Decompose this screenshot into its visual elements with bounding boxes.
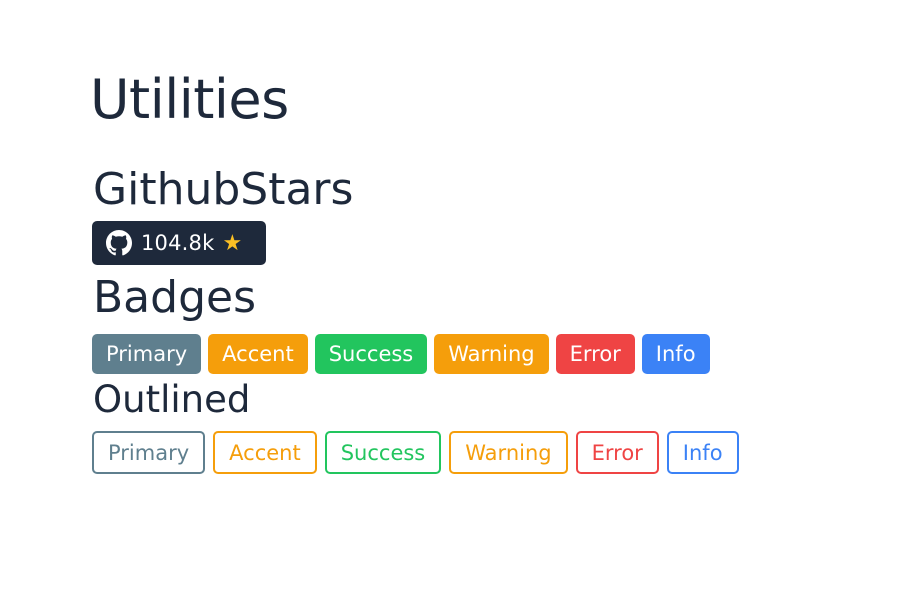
page-title: Utilities <box>90 68 289 131</box>
outlined-badge-info: Info <box>666 431 739 474</box>
badge-info: Info <box>641 334 710 374</box>
github-stars-button[interactable]: 104.8k ★ <box>92 221 266 265</box>
badge-accent: Accent <box>208 334 308 374</box>
outlined-badge-success: Success <box>324 431 442 474</box>
badge-success: Success <box>314 334 428 374</box>
outlined-badges-row: Primary Accent Success Warning Error Inf… <box>92 431 739 474</box>
solid-badges-row: Primary Accent Success Warning Error Inf… <box>92 334 710 374</box>
outlined-badge-warning: Warning <box>449 431 568 474</box>
star-count: 104.8k <box>141 231 215 255</box>
badge-warning: Warning <box>434 334 549 374</box>
star-icon: ★ <box>222 230 243 256</box>
outlined-badge-error: Error <box>575 431 659 474</box>
outlined-heading: Outlined <box>93 378 251 421</box>
badges-heading: Badges <box>93 272 257 323</box>
badge-error: Error <box>555 334 635 374</box>
github-stars-heading: GithubStars <box>93 164 354 215</box>
badge-primary: Primary <box>92 334 202 374</box>
outlined-badge-accent: Accent <box>213 431 317 474</box>
github-icon <box>106 230 132 256</box>
outlined-badge-primary: Primary <box>92 431 206 474</box>
